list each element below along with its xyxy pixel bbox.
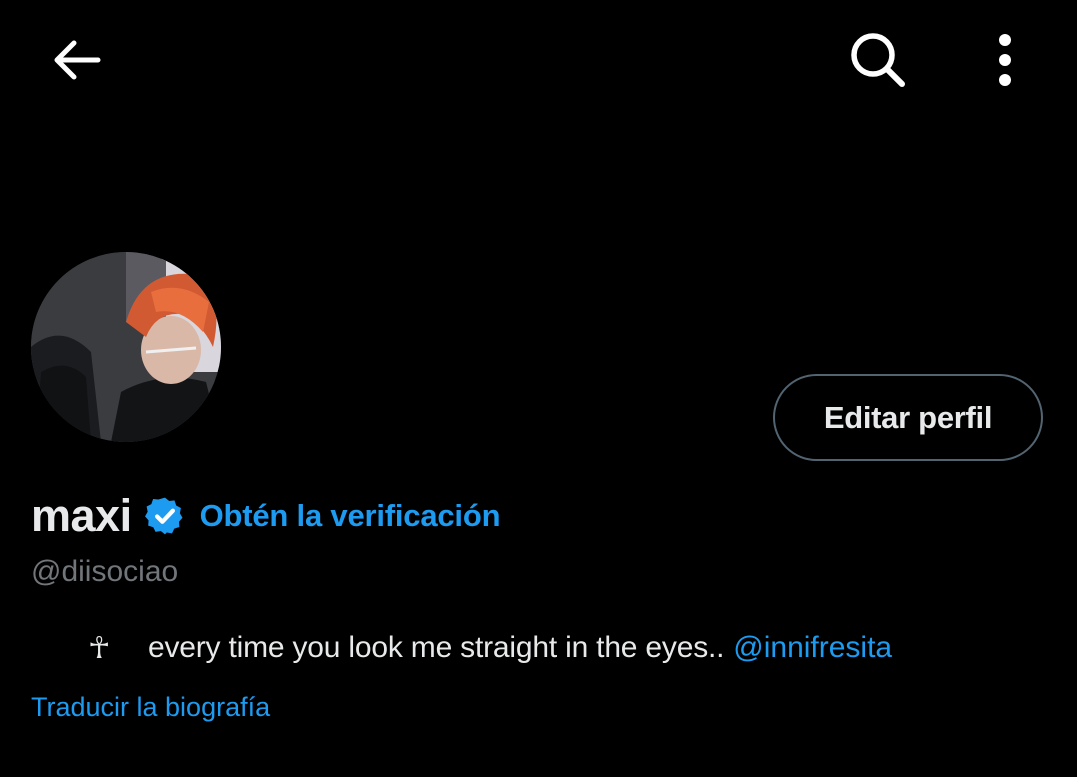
bio: ☥ every time you look me straight in the… (88, 626, 892, 670)
top-bar (0, 0, 1077, 120)
avatar-photo (31, 252, 221, 442)
edit-profile-button[interactable]: Editar perfil (773, 374, 1043, 461)
more-vertical-icon (999, 34, 1011, 86)
bio-text: every time you look me straight in the e… (148, 631, 725, 664)
search-icon (851, 33, 905, 87)
get-verified-link[interactable]: Obtén la verificación (200, 498, 501, 534)
more-options-button[interactable] (975, 24, 1035, 96)
ankh-icon: ☥ (88, 630, 111, 666)
display-name: maxi (31, 490, 132, 541)
translate-bio-link[interactable]: Traducir la biografía (31, 692, 270, 723)
name-row: maxi Obtén la verificación (31, 486, 501, 546)
arrow-left-icon (54, 40, 101, 80)
back-button[interactable] (40, 28, 112, 92)
avatar[interactable] (31, 252, 221, 442)
bio-mention-link[interactable]: @innifresita (733, 631, 892, 665)
edit-profile-label: Editar perfil (823, 399, 993, 435)
user-handle: @diisociao (31, 555, 179, 588)
verified-badge-icon[interactable] (144, 495, 186, 537)
search-button[interactable] (840, 24, 916, 96)
